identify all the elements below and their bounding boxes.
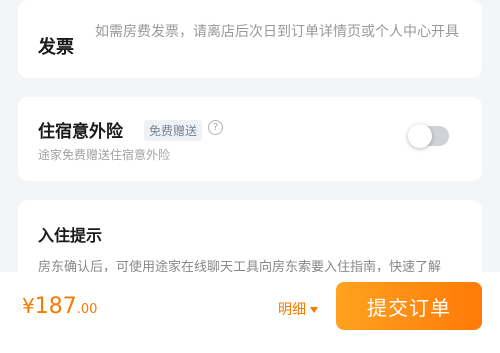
insurance-card: 住宿意外险 免费赠送 ? 途家免费赠送住宿意外险 (18, 97, 482, 181)
insurance-subtitle: 途家免费赠送住宿意外险 (38, 148, 171, 162)
insurance-toggle[interactable] (408, 124, 449, 148)
bottom-bar: ¥187.00 明细 提交订单 (0, 272, 500, 353)
invoice-card: 发票 如需房费发票，请离店后次日到订单详情页或个人中心开具 (18, 0, 482, 78)
invoice-title: 发票 (38, 37, 74, 58)
question-circle-icon[interactable]: ? (208, 120, 223, 135)
free-gift-badge: 免费赠送 (144, 120, 203, 141)
toggle-knob (408, 124, 432, 148)
total-price: ¥187.00 (22, 294, 97, 319)
price-decimal: .00 (76, 302, 98, 317)
price-detail-label: 明细 (278, 302, 306, 318)
currency-symbol: ¥ (22, 294, 35, 318)
submit-order-button[interactable]: 提交订单 (336, 282, 482, 330)
price-integer: 187 (34, 294, 77, 319)
price-detail-button[interactable]: 明细 (278, 299, 318, 319)
insurance-title: 住宿意外险 (38, 122, 123, 142)
checkin-tips-title: 入住提示 (38, 226, 103, 245)
caret-down-icon (310, 307, 318, 313)
invoice-description: 如需房费发票，请离店后次日到订单详情页或个人中心开具 (95, 24, 459, 40)
